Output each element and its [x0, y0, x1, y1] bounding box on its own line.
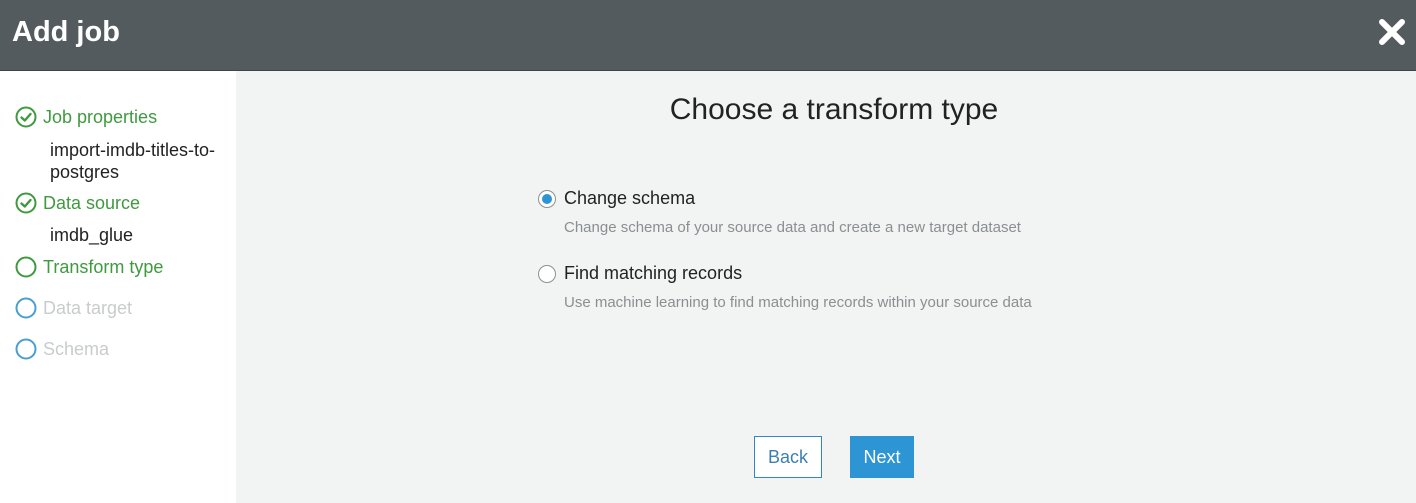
header-bar: Add job [0, 0, 1416, 71]
step-detail-job-name: import-imdb-titles-to-postgres [50, 140, 216, 182]
circle-icon [15, 338, 37, 360]
step-data-source[interactable]: Data source [15, 191, 140, 215]
step-transform-type[interactable]: Transform type [15, 255, 163, 279]
step-label: Transform type [43, 256, 164, 277]
next-button[interactable]: Next [850, 436, 914, 478]
check-circle-icon [15, 192, 37, 214]
close-icon [1379, 19, 1405, 45]
back-button[interactable]: Back [754, 436, 822, 478]
option-description: Change schema of your source data and cr… [564, 219, 1021, 236]
circle-icon [15, 297, 37, 319]
step-job-properties[interactable]: Job properties [15, 105, 157, 129]
step-label: Job properties [43, 106, 158, 127]
step-label: Data source [43, 192, 141, 213]
step-data-target: Data target [15, 296, 132, 320]
option-label[interactable]: Find matching records [564, 263, 742, 284]
radio-find-matching-records[interactable] [538, 265, 556, 283]
close-button[interactable] [1376, 16, 1408, 48]
step-label: Schema [43, 338, 110, 359]
option-description: Use machine learning to find matching re… [564, 294, 1032, 311]
radio-change-schema[interactable] [538, 190, 556, 208]
step-label: Data target [43, 297, 133, 318]
main-panel: Choose a transform type Change schema Ch… [236, 71, 1416, 503]
section-title: Choose a transform type [669, 93, 999, 126]
circle-icon [15, 256, 37, 278]
step-schema: Schema [15, 337, 109, 361]
check-circle-icon [15, 106, 37, 128]
option-label[interactable]: Change schema [564, 188, 695, 209]
page-title: Add job [12, 16, 120, 48]
wizard-steps-sidebar: Job properties import-imdb-titles-to-pos… [0, 71, 236, 503]
step-detail-data-source: imdb_glue [50, 225, 134, 245]
